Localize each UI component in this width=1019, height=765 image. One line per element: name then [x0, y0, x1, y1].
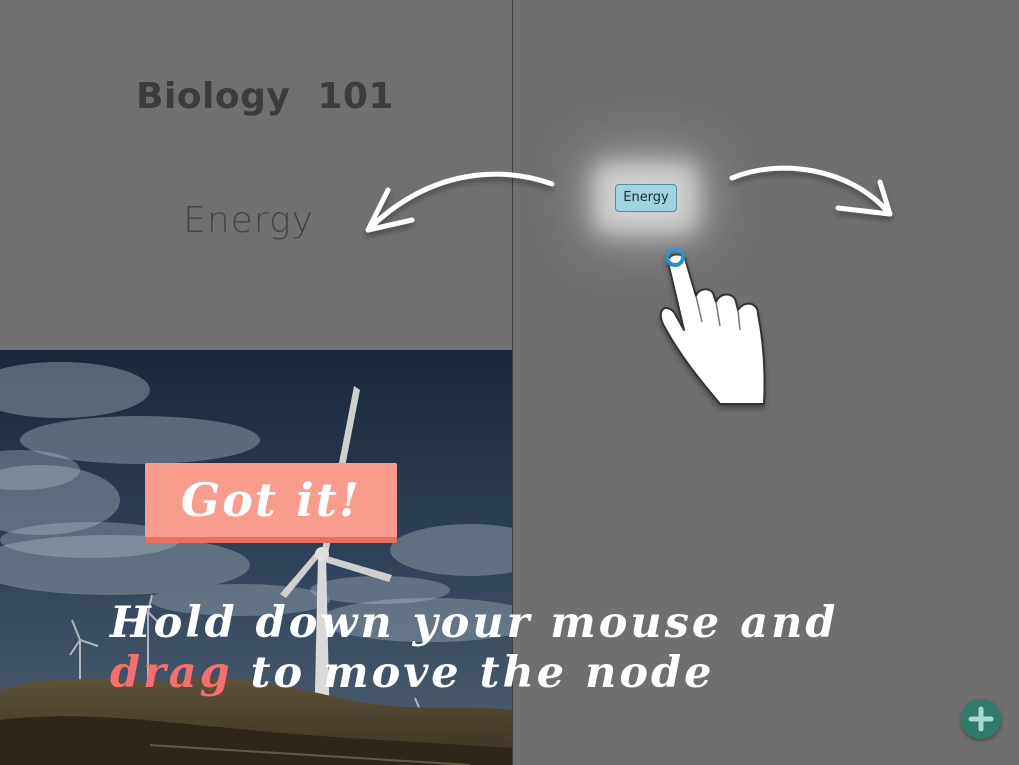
curved-arrow-left-icon	[365, 171, 555, 233]
tutorial-hint-rest: to move the node	[232, 648, 715, 698]
tutorial-hint-highlight: drag	[110, 648, 233, 698]
add-node-button[interactable]	[961, 699, 1001, 739]
got-it-button[interactable]: Got it!	[145, 463, 397, 543]
pointing-hand-icon	[659, 247, 766, 405]
plus-icon	[968, 706, 994, 732]
tutorial-hint-line-1: Hold down your mouse and	[110, 598, 839, 648]
tutorial-hint-line-2: drag to move the node	[110, 648, 714, 698]
energy-node[interactable]: Energy	[615, 184, 677, 212]
curved-arrow-right-icon	[729, 165, 893, 217]
